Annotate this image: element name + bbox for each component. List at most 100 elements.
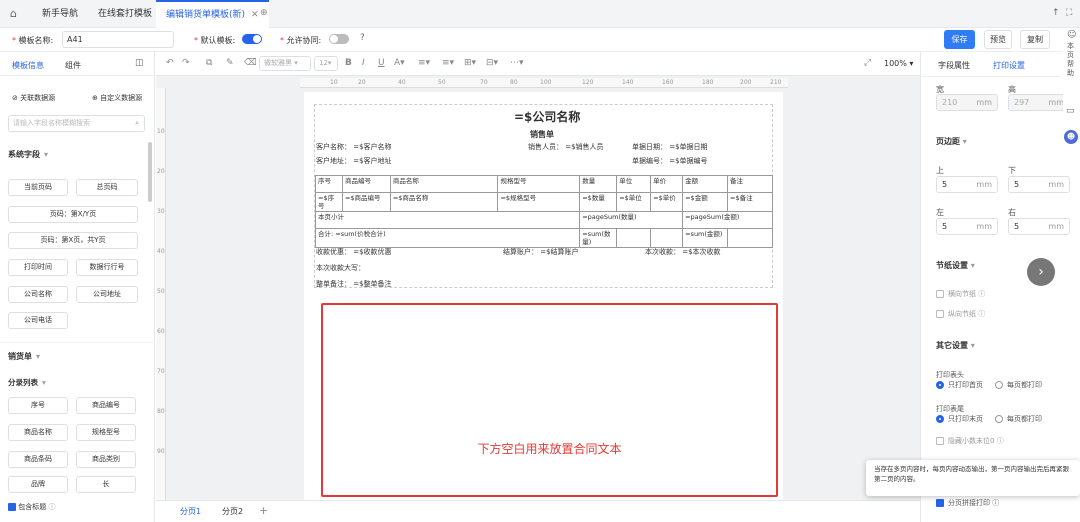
field-company-phone[interactable]: 公司电话 [8, 312, 68, 329]
footer-every-page-radio[interactable] [995, 415, 1003, 423]
page-join-checkbox[interactable] [936, 499, 944, 507]
add-tab-icon[interactable]: ⊕ [260, 8, 268, 18]
table-cell[interactable] [650, 228, 684, 248]
total-amount-cell[interactable]: =sum(金额) [682, 228, 729, 248]
table-cell[interactable]: =$单价 [650, 192, 684, 212]
subtotal-amount-cell[interactable]: =pageSum(金额) [682, 211, 773, 229]
default-template-toggle[interactable] [242, 34, 262, 44]
bold-icon[interactable]: B [345, 58, 352, 68]
redo-icon[interactable]: ↷ [182, 58, 190, 68]
field-page-x-y[interactable]: 页码：第X/Y页 [8, 206, 138, 223]
table-cell[interactable]: =$数量 [579, 192, 618, 212]
table-header-cell[interactable]: 单位 [616, 175, 652, 193]
font-family-select[interactable]: 微软雅黑 ▾ [259, 56, 311, 71]
system-fields-header[interactable]: 系统字段 ▾ [8, 149, 48, 160]
horizontal-saving-checkbox[interactable] [936, 290, 944, 298]
align-center-icon[interactable]: ≡▾ [442, 58, 454, 68]
tab-edit-template[interactable]: 编辑销货单模板(新) ✕ [156, 0, 269, 28]
up-arrow-icon[interactable]: ↑ [1052, 8, 1060, 18]
customer-address-field[interactable]: 客户地址： =$客户地址 [316, 156, 392, 166]
home-icon[interactable]: ⌂ [10, 7, 17, 20]
link-datasource-button[interactable]: ⊘ 关联数据源 [8, 92, 60, 106]
add-page-icon[interactable]: + [259, 504, 268, 517]
next-arrow-button[interactable]: › [1027, 258, 1055, 286]
settlement-account-field[interactable]: 结算账户： =$结算账户 [503, 247, 579, 257]
tab-components[interactable]: 组件 [65, 60, 81, 71]
zoom-level[interactable]: 100% ▾ [884, 59, 913, 68]
font-color-icon[interactable]: A▾ [394, 58, 405, 68]
close-icon[interactable]: ✕ [251, 10, 259, 20]
table-cell[interactable]: =$序号 [315, 192, 343, 212]
field-search-input[interactable]: 请输入字段名称模糊搜索 ⌕ [8, 115, 145, 132]
include-header-option[interactable]: 包含标题 ⓘ [8, 502, 55, 512]
scrollbar[interactable] [148, 142, 152, 202]
table-header-cell[interactable]: 商品名称 [389, 175, 499, 193]
more-icon[interactable]: ⋯▾ [510, 58, 524, 68]
header-every-page-radio[interactable] [995, 381, 1003, 389]
top-margin-input[interactable]: 5 mm [936, 176, 998, 193]
doc-title[interactable]: 销售单 [530, 129, 554, 140]
left-margin-input[interactable]: 5 mm [936, 218, 998, 235]
paper-height-input[interactable]: 297 mm [1008, 94, 1070, 111]
merge-icon[interactable]: ⊟▾ [486, 58, 498, 68]
table-cell[interactable] [616, 228, 652, 248]
include-header-checkbox[interactable] [8, 503, 16, 511]
table-cell[interactable]: =$规格型号 [497, 192, 581, 212]
tab-print-settings[interactable]: 打印设置 [993, 60, 1025, 71]
help-bubble-icon[interactable]: ☺ [1067, 30, 1076, 40]
field-company-name[interactable]: 公司名称 [8, 286, 68, 303]
underline-icon[interactable]: U [378, 58, 385, 68]
bottom-margin-input[interactable]: 5 mm [1008, 176, 1070, 193]
table-cell[interactable]: =$单位 [616, 192, 652, 212]
save-button[interactable]: 保存 [944, 30, 975, 49]
help-icon[interactable]: ? [360, 33, 365, 43]
copy-format-icon[interactable]: ⧉ [206, 58, 212, 68]
table-cell[interactable]: =$商品编号 [341, 192, 391, 212]
company-name-field[interactable]: =$公司名称 [514, 108, 580, 125]
footer-last-page-radio[interactable] [936, 415, 944, 423]
assistant-icon[interactable]: ☻ [1064, 130, 1078, 144]
other-settings-section-header[interactable]: 其它设置 ▾ [936, 340, 975, 351]
italic-icon[interactable]: I [362, 58, 365, 68]
contract-text-area[interactable]: 下方空白用来放置合同文本 [321, 303, 778, 497]
page-tab-1[interactable]: 分页1 [180, 506, 201, 517]
border-icon[interactable]: ⊞▾ [464, 58, 476, 68]
right-margin-input[interactable]: 5 mm [1008, 218, 1070, 235]
field-category[interactable]: 商品类别 [76, 451, 136, 468]
font-size-select[interactable]: 12▾ [314, 56, 338, 71]
table-header-cell[interactable]: 规格型号 [497, 175, 581, 193]
align-left-icon[interactable]: ≡▾ [418, 58, 430, 68]
margin-section-header[interactable]: 页边距 ▾ [936, 136, 967, 147]
table-cell[interactable]: =$备注 [727, 192, 773, 212]
field-total-pages[interactable]: 总页码 [76, 179, 138, 196]
field-seq[interactable]: 序号 [8, 397, 68, 414]
table-cell[interactable] [727, 228, 773, 248]
field-print-time[interactable]: 打印时间 [8, 259, 68, 276]
custom-datasource-button[interactable]: ⊕ 自定义数据源 [88, 92, 147, 106]
field-current-page[interactable]: 当前页码 [8, 179, 68, 196]
field-product-code[interactable]: 商品编号 [76, 397, 136, 414]
table-header-cell[interactable]: 备注 [727, 175, 773, 193]
vertical-saving-checkbox[interactable] [936, 310, 944, 318]
collapse-panel-icon[interactable]: ◫ [135, 58, 144, 68]
field-brand[interactable]: 品牌 [8, 476, 68, 493]
field-length[interactable]: 长 [76, 476, 136, 493]
copy-button[interactable]: 复制 [1020, 30, 1050, 49]
preview-button[interactable]: 预览 [984, 30, 1012, 49]
subtotal-label-cell[interactable]: 本页小计 [314, 211, 581, 229]
fit-screen-icon[interactable]: ⤢ [864, 58, 871, 68]
paper-saving-section-header[interactable]: 节纸设置 ▾ [936, 260, 975, 271]
tab-guide[interactable]: 新手导航 [32, 0, 88, 28]
paper-width-input[interactable]: 210 mm [936, 94, 998, 111]
field-page-x-of-y[interactable]: 页码：第X页，共Y页 [8, 232, 138, 249]
hide-decimal-checkbox[interactable] [936, 437, 944, 445]
salesperson-field[interactable]: 销售人员： =$销售人员 [528, 142, 604, 152]
table-header-cell[interactable]: 金额 [682, 175, 729, 193]
doc-date-field[interactable]: 单据日期： =$单据日期 [632, 142, 708, 152]
sales-order-header[interactable]: 销货单 ▾ [8, 351, 40, 362]
field-product-name[interactable]: 商品名称 [8, 424, 68, 441]
field-barcode[interactable]: 商品条码 [8, 451, 68, 468]
items-table[interactable]: 序号 商品编号 商品名称 规格型号 数量 单位 单价 金额 备注 =$序号 =$… [314, 175, 773, 248]
field-row-number[interactable]: 数据行行号 [76, 259, 138, 276]
chat-icon[interactable]: ▭ [1066, 106, 1075, 116]
